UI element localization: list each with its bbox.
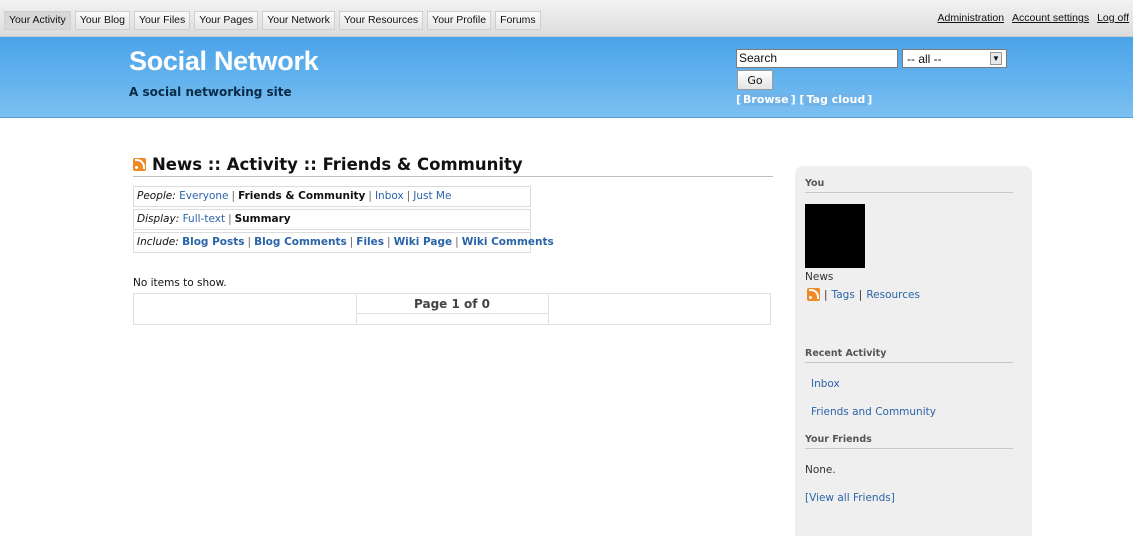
rss-icon[interactable]	[133, 158, 146, 171]
tab-your-files[interactable]: Your Files	[133, 11, 191, 30]
main-content: News :: Activity :: Friends & Community …	[133, 155, 773, 325]
include-files[interactable]: Files	[356, 236, 384, 248]
tab-forums[interactable]: Forums	[495, 11, 541, 30]
search-scope-value: -- all --	[907, 51, 942, 66]
account-settings-link[interactable]: Account settings	[1012, 12, 1089, 24]
people-filter: People: Everyone | Friends & Community | Inb…	[133, 186, 531, 207]
empty-message: No items to show.	[133, 277, 227, 289]
tab-your-network[interactable]: Your Network	[262, 11, 335, 30]
site-title[interactable]: Social Network	[129, 46, 319, 77]
browse-link[interactable]: Browse	[741, 93, 791, 106]
account-links: Administration Account settings Log off	[938, 12, 1130, 24]
go-button[interactable]: Go	[737, 70, 773, 90]
your-friends-heading: Your Friends	[805, 434, 1013, 449]
display-summary[interactable]: Summary	[235, 213, 291, 225]
filter-just-me[interactable]: Just Me	[413, 190, 451, 202]
top-toolbar: Your Activity Your Blog Your Files Your …	[0, 0, 1133, 37]
filter-everyone[interactable]: Everyone	[179, 190, 228, 202]
include-wiki-comments[interactable]: Wiki Comments	[462, 236, 554, 248]
pagination: Page 1 of 0	[133, 293, 771, 325]
include-filter-label: Include:	[137, 236, 179, 248]
page-indicator: Page 1 of 0	[356, 294, 548, 314]
pager-middle: Page 1 of 0	[356, 294, 549, 324]
tab-your-resources[interactable]: Your Resources	[338, 11, 424, 30]
view-all-friends-link[interactable]: [View all Friends]	[805, 492, 895, 504]
activity-filters: People: Everyone | Friends & Community | Inb…	[133, 186, 554, 253]
friends-none-text: None.	[805, 464, 836, 476]
site-subtitle: A social networking site	[129, 85, 292, 99]
display-filter-label: Display:	[137, 213, 180, 225]
pager-prev-cell	[134, 294, 357, 324]
rss-icon[interactable]	[807, 288, 820, 301]
tab-your-activity[interactable]: Your Activity	[4, 11, 71, 30]
tab-your-profile[interactable]: Your Profile	[427, 11, 492, 30]
resources-link[interactable]: Resources	[866, 289, 920, 301]
news-label: News	[805, 271, 834, 283]
search-input[interactable]: Search	[736, 49, 898, 68]
tags-link[interactable]: Tags	[832, 289, 855, 301]
recent-inbox-link[interactable]: Inbox	[811, 378, 840, 390]
pager-next-cell	[549, 294, 771, 324]
search-scope-select[interactable]: -- all -- ▼	[902, 49, 1007, 68]
avatar[interactable]	[805, 204, 865, 268]
page-title-text: News :: Activity :: Friends & Community	[152, 155, 523, 174]
filter-inbox[interactable]: Inbox	[375, 190, 404, 202]
tab-your-blog[interactable]: Your Blog	[74, 11, 130, 30]
main-tabs: Your Activity Your Blog Your Files Your …	[4, 11, 541, 30]
chevron-down-icon: ▼	[990, 52, 1002, 65]
log-off-link[interactable]: Log off	[1097, 12, 1129, 24]
tab-your-pages[interactable]: Your Pages	[194, 11, 259, 30]
recent-friends-community-link[interactable]: Friends and Community	[811, 406, 936, 418]
tag-cloud-link[interactable]: Tag cloud	[804, 93, 868, 106]
search-links: [Browse] [Tag cloud]	[736, 93, 873, 106]
include-wiki-page[interactable]: Wiki Page	[394, 236, 453, 248]
you-heading: You	[805, 178, 1013, 193]
display-full-text[interactable]: Full-text	[183, 213, 225, 225]
recent-activity-heading: Recent Activity	[805, 348, 1013, 363]
sidebar: You News | Tags | Resources Recent Activ…	[795, 166, 1032, 536]
site-header: Social Network A social networking site …	[0, 37, 1133, 118]
administration-link[interactable]: Administration	[938, 12, 1005, 24]
display-filter: Display: Full-text | Summary	[133, 209, 531, 230]
page-title: News :: Activity :: Friends & Community	[133, 155, 773, 177]
news-links: | Tags | Resources	[807, 288, 920, 301]
include-filter: Include: Blog Posts | Blog Comments | Files |…	[133, 232, 554, 253]
filter-friends-community[interactable]: Friends & Community	[238, 190, 365, 202]
people-filter-label: People:	[137, 190, 176, 202]
include-blog-comments[interactable]: Blog Comments	[254, 236, 347, 248]
include-blog-posts[interactable]: Blog Posts	[182, 236, 244, 248]
